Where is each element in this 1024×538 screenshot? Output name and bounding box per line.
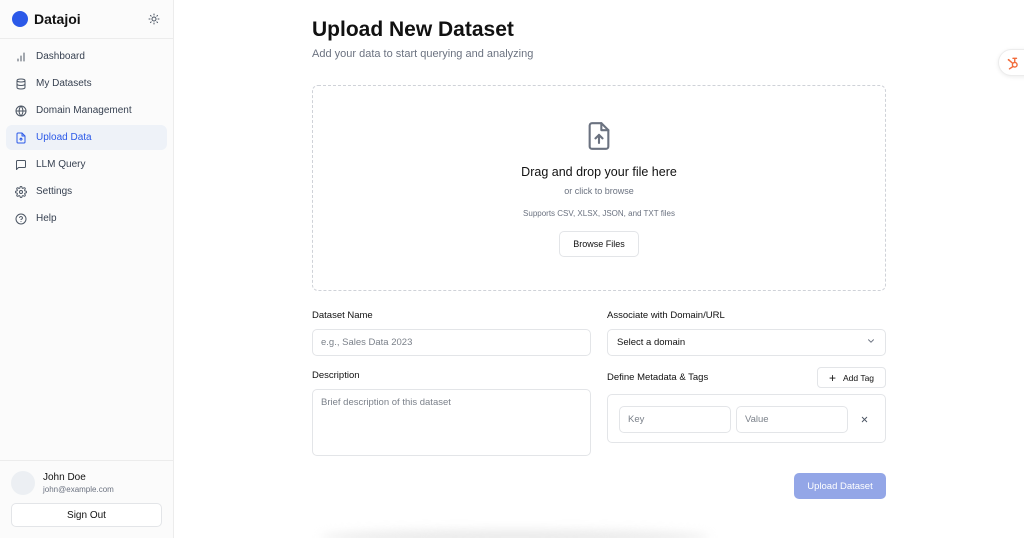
sidebar-item-settings[interactable]: Settings [6,179,167,204]
logo [12,11,28,27]
hubspot-icon[interactable] [998,49,1024,76]
description-field[interactable] [312,389,591,456]
user-name: John Doe [43,472,86,483]
help-circle-icon [14,212,27,225]
bottom-shadow [320,530,710,538]
dataset-name-input[interactable] [312,329,591,356]
file-dropzone[interactable]: Drag and drop your file here or click to… [312,85,886,291]
user-profile: John Doe john@example.com [11,471,162,495]
sidebar-item-dashboard[interactable]: Dashboard [6,44,167,69]
dataset-name-label: Dataset Name [312,310,373,321]
theme-toggle-sun-icon[interactable] [147,12,161,26]
dropzone-subtitle: or click to browse [564,186,634,196]
sidebar-item-label: Dashboard [36,51,85,62]
browse-files-button[interactable]: Browse Files [559,231,639,257]
globe-icon [14,104,27,117]
sidebar-item-label: Upload Data [36,132,92,143]
domain-select-value: Select a domain [617,337,686,348]
add-tag-button[interactable]: + Add Tag [817,367,886,388]
app-name: Datajoi [34,11,81,27]
dropzone-title: Drag and drop your file here [521,165,677,179]
close-icon[interactable] [857,412,871,426]
brand-header: Datajoi [0,0,173,39]
supported-formats-note: Supports CSV, XLSX, JSON, and TXT files [523,209,675,218]
metadata-label: Define Metadata & Tags [607,372,709,383]
plus-icon: + [828,370,836,385]
file-upload-icon [585,120,613,152]
page-subtitle: Add your data to start querying and anal… [312,48,534,60]
sidebar: Datajoi Dashboard My Datasets Domain Man… [0,0,174,538]
sign-out-button[interactable]: Sign Out [11,503,162,527]
domain-label: Associate with Domain/URL [607,310,725,321]
message-square-icon [14,158,27,171]
sidebar-item-my-datasets[interactable]: My Datasets [6,71,167,96]
upload-dataset-button[interactable]: Upload Dataset [794,473,886,499]
sidebar-item-label: Domain Management [36,105,132,116]
sidebar-item-label: Help [36,213,57,224]
sidebar-item-label: LLM Query [36,159,86,170]
sidebar-item-label: Settings [36,186,73,197]
metadata-row [607,394,886,443]
page-title: Upload New Dataset [312,18,514,41]
add-tag-label: Add Tag [842,372,875,383]
gear-icon [14,185,27,198]
metadata-key-input[interactable] [619,406,731,433]
domain-select[interactable]: Select a domain [607,329,886,356]
sidebar-nav: Dashboard My Datasets Domain Management … [0,39,173,238]
sidebar-item-llm-query[interactable]: LLM Query [6,152,167,177]
metadata-value-input[interactable] [736,406,848,433]
file-upload-icon [14,131,27,144]
bar-chart-icon [14,50,27,63]
chevron-down-icon [866,336,876,349]
sidebar-item-label: My Datasets [36,78,92,89]
avatar [11,471,35,495]
sidebar-item-help[interactable]: Help [6,206,167,231]
user-email: john@example.com [43,485,114,494]
user-panel: John Doe john@example.com Sign Out [0,460,173,538]
database-icon [14,77,27,90]
description-label: Description [312,370,360,381]
sidebar-item-upload-data[interactable]: Upload Data [6,125,167,150]
sidebar-item-domain-management[interactable]: Domain Management [6,98,167,123]
